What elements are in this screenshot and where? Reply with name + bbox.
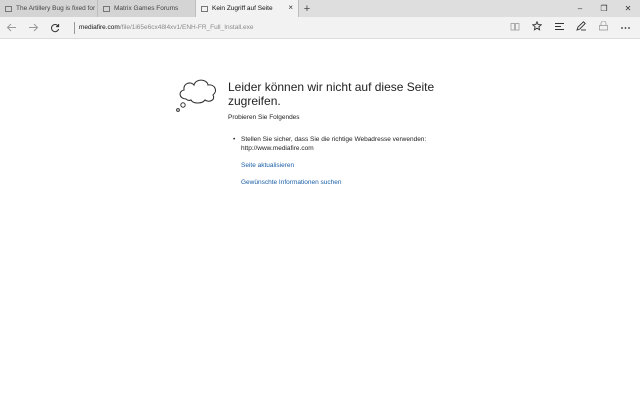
thought-cloud-icon <box>176 79 217 112</box>
tab-label: Kein Zugriff auf Seite <box>212 5 273 12</box>
restore-icon[interactable]: ❐ <box>592 4 616 13</box>
tab-artillery-bug[interactable]: The Artillery Bug is fixed for <box>0 0 98 17</box>
arrow-right-icon <box>28 23 38 32</box>
tab-bar: The Artillery Bug is fixed for Matrix Ga… <box>0 0 640 17</box>
address-domain: mediafire.com <box>79 24 120 31</box>
error-page: Leider können wir nicht auf diese Seite … <box>0 40 640 400</box>
book-icon[interactable] <box>504 22 526 34</box>
navigation-toolbar: mediafire.com/file/1i65e6cx48l4xv1/ENH-F… <box>0 17 640 39</box>
refresh-page-link[interactable]: Seite aktualisieren <box>241 162 294 169</box>
page-icon <box>201 5 208 12</box>
tab-label: Matrix Games Forums <box>114 5 179 12</box>
close-tab-icon[interactable]: × <box>288 4 293 12</box>
address-path: /file/1i65e6cx48l4xv1/ENH-FR_Full_Instal… <box>119 24 254 31</box>
star-icon[interactable] <box>526 20 548 34</box>
suggestion-list: Stellen Sie sicher, dass Sie die richtig… <box>233 135 473 153</box>
hub-icon[interactable] <box>548 22 570 34</box>
suggestion-line-2: http://www.mediafire.com <box>241 145 314 152</box>
tab-label: The Artillery Bug is fixed for <box>16 5 96 12</box>
share-icon[interactable] <box>592 20 614 34</box>
tab-matrix-games[interactable]: Matrix Games Forums <box>98 0 196 17</box>
page-title: Leider können wir nicht auf diese Seite … <box>228 80 435 108</box>
refresh-button[interactable] <box>44 17 66 39</box>
list-item: Stellen Sie sicher, dass Sie die richtig… <box>233 135 473 153</box>
minimize-icon[interactable]: – <box>568 4 592 13</box>
suggestion-line-1: Stellen Sie sicher, dass Sie die richtig… <box>241 136 427 143</box>
close-window-icon[interactable]: ✕ <box>616 4 640 13</box>
back-button[interactable] <box>0 17 22 39</box>
more-icon[interactable] <box>614 22 636 33</box>
try-text: Probieren Sie Folgendes <box>228 114 300 121</box>
new-tab-button[interactable]: + <box>299 0 315 17</box>
window-controls: – ❐ ✕ <box>568 0 640 17</box>
refresh-icon <box>51 23 60 32</box>
address-bar[interactable]: mediafire.com/file/1i65e6cx48l4xv1/ENH-F… <box>74 21 494 34</box>
arrow-left-icon <box>6 23 16 32</box>
tab-kein-zugriff[interactable]: Kein Zugriff auf Seite × <box>196 0 299 17</box>
page-icon <box>103 5 110 12</box>
pen-icon[interactable] <box>570 21 592 34</box>
forward-button[interactable] <box>22 17 44 39</box>
page-icon <box>5 5 12 12</box>
search-info-link[interactable]: Gewünschte Informationen suchen <box>241 179 341 186</box>
toolbar-actions <box>504 20 640 34</box>
